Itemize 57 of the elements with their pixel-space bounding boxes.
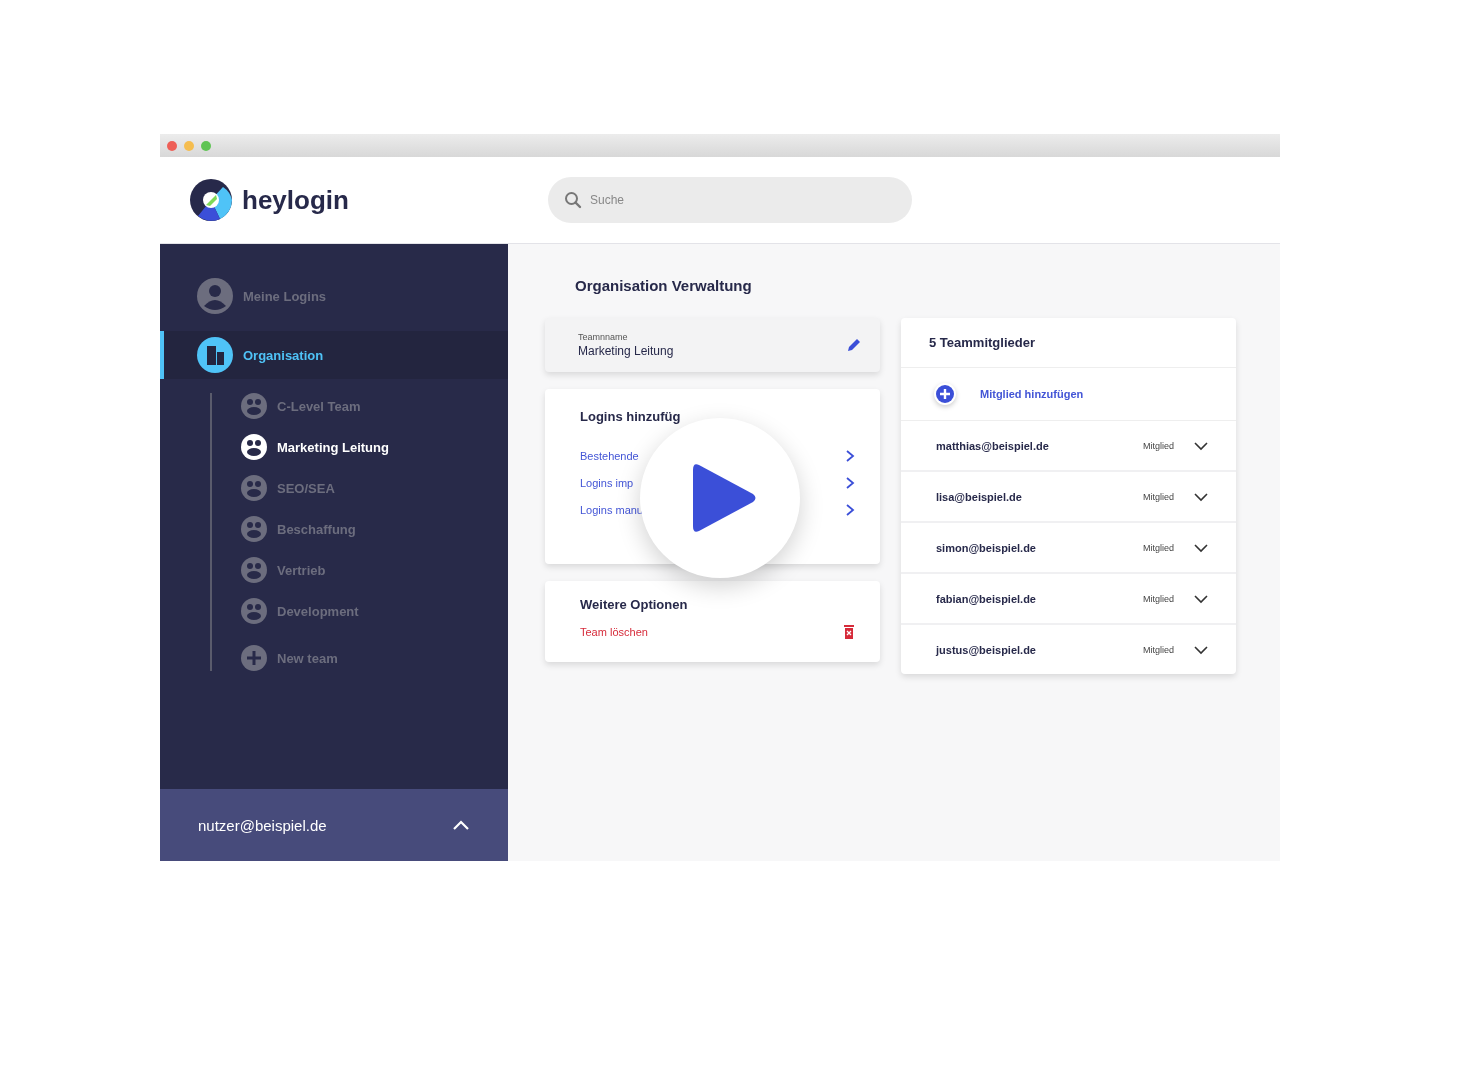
- member-role: Mitglied: [1143, 644, 1174, 655]
- team-item[interactable]: Beschaffung: [241, 516, 508, 542]
- group-icon: [241, 598, 267, 624]
- member-role: Mitglied: [1143, 593, 1174, 604]
- page-title: Organisation Verwaltung: [575, 277, 753, 294]
- link[interactable]: Logins imp: [580, 477, 634, 489]
- chevron-right-icon[interactable]: [845, 503, 855, 517]
- window-control[interactable]: [167, 140, 177, 151]
- account-menu[interactable]: nutzer@beispiel.de: [160, 789, 508, 861]
- chevron-down-icon[interactable]: [1194, 491, 1208, 502]
- logo-icon: [190, 179, 232, 221]
- edit-icon[interactable]: [846, 337, 862, 353]
- team-item[interactable]: SEO/SEA: [241, 475, 508, 501]
- team-item[interactable]: Development: [241, 598, 508, 624]
- team-item[interactable]: Marketing Leitung: [241, 434, 508, 460]
- team-name-value: Marketing Leitung: [578, 344, 674, 358]
- link[interactable]: Bestehende: [580, 450, 639, 462]
- team-item[interactable]: C-Level Team: [241, 393, 508, 419]
- account-email: nutzer@beispiel.de: [198, 816, 327, 834]
- member-email: lisa@beispiel.de: [936, 490, 1023, 503]
- play-icon: [693, 461, 757, 535]
- chevron-down-icon[interactable]: [1194, 440, 1208, 451]
- member-email: justus@beispiel.de: [936, 643, 1037, 656]
- sidebar-item[interactable]: Meine Logins: [160, 271, 508, 321]
- member-role: Mitglied: [1143, 542, 1174, 553]
- search-field[interactable]: Suche: [548, 177, 912, 223]
- member-email: matthias@beispiel.de: [936, 439, 1050, 452]
- group-icon: [241, 516, 267, 542]
- building-icon: [197, 337, 233, 373]
- card-title: 5 Teammitglieder: [929, 335, 1035, 350]
- group-icon: [241, 434, 267, 460]
- delete-link[interactable]: Team löschen: [580, 625, 648, 638]
- group-icon: [241, 557, 267, 583]
- add-member-link[interactable]: Mitglied hinzufügen: [980, 388, 1084, 400]
- chevron-up-icon[interactable]: [452, 819, 470, 831]
- add-icon: [241, 645, 267, 671]
- trash-icon[interactable]: [843, 624, 855, 639]
- sidebar-item[interactable]: Organisation: [160, 331, 508, 379]
- group-icon: [241, 393, 267, 419]
- chevron-down-icon[interactable]: [1194, 593, 1208, 604]
- member-email: simon@beispiel.de: [936, 541, 1037, 554]
- field-label: Teamnname: [578, 332, 629, 342]
- add-icon[interactable]: [934, 383, 956, 405]
- member-role: Mitglied: [1143, 491, 1174, 502]
- card-title: Logins hinzufüg: [580, 409, 682, 424]
- user-icon: [197, 278, 233, 314]
- card-title: Weitere Optionen: [580, 597, 689, 612]
- chevron-right-icon[interactable]: [845, 449, 855, 463]
- chevron-right-icon[interactable]: [845, 476, 855, 490]
- chevron-down-icon[interactable]: [1194, 542, 1208, 553]
- brand-name: heylogin: [242, 184, 349, 216]
- group-icon: [241, 475, 267, 501]
- member-email: fabian@beispiel.de: [936, 592, 1037, 605]
- team-item[interactable]: Vertrieb: [241, 557, 508, 583]
- team-item[interactable]: New team: [241, 645, 508, 671]
- member-role: Mitglied: [1143, 440, 1174, 451]
- chevron-down-icon[interactable]: [1194, 644, 1208, 655]
